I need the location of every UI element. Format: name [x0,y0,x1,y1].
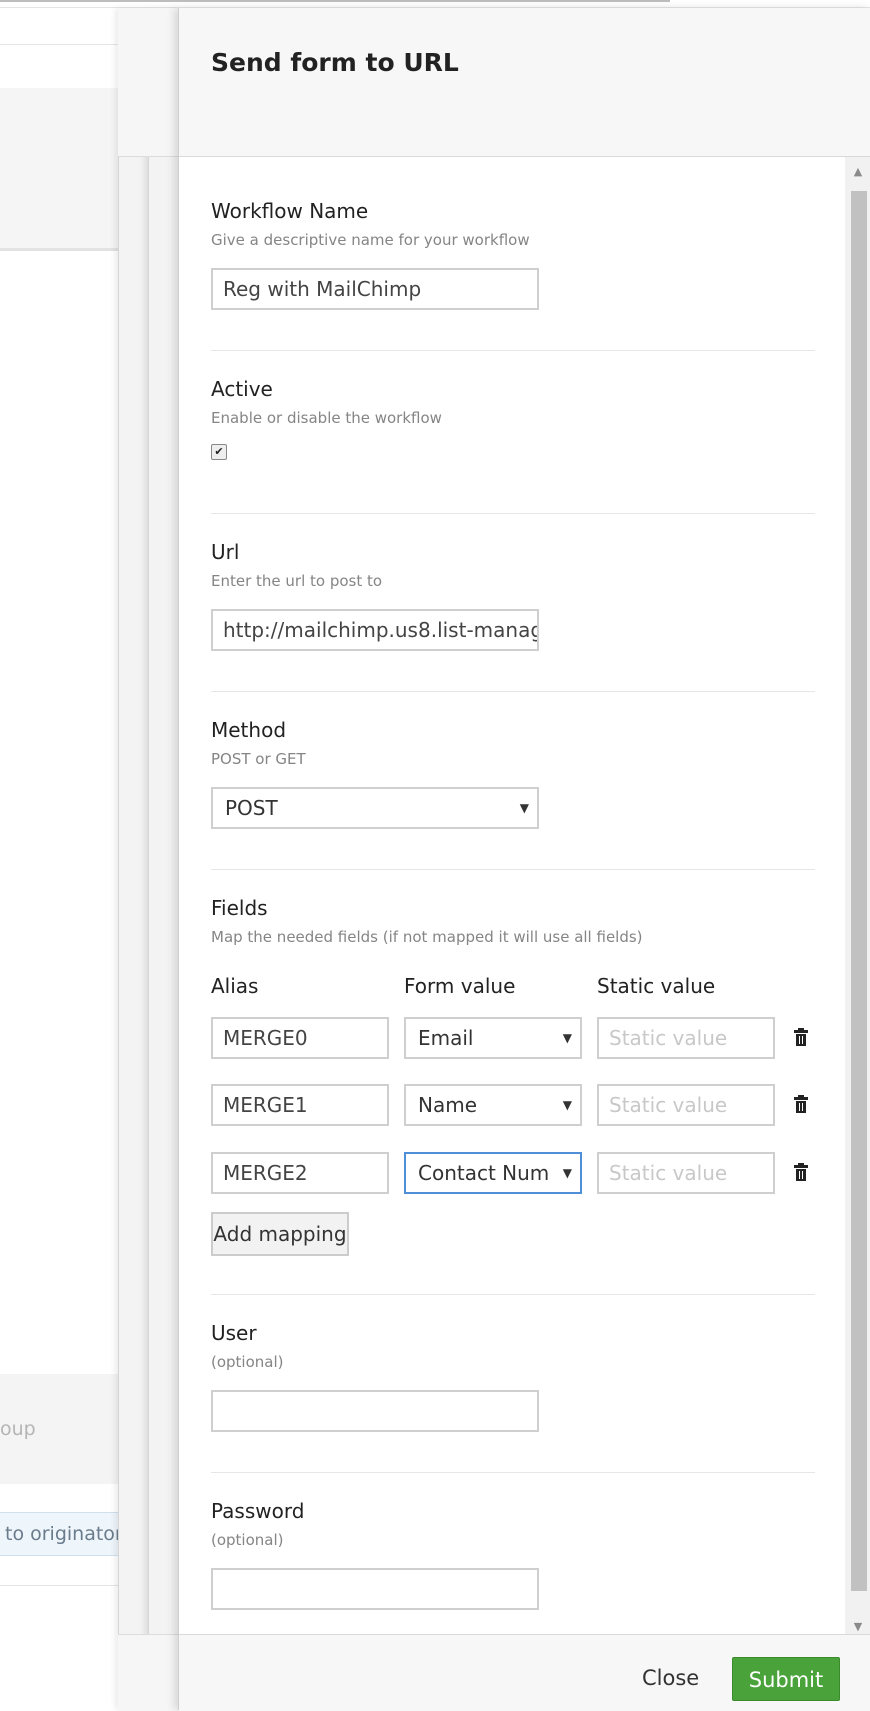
panel-scrollbar[interactable]: ▲ ▼ [845,157,870,1642]
background-panel [0,88,120,251]
background-originator-label: to originator [5,1523,120,1545]
mapping-alias-input[interactable]: MERGE1 [211,1084,389,1126]
active-description: Enable or disable the workflow [211,409,442,427]
trash-icon[interactable] [794,1028,808,1047]
workflow-name-label: Workflow Name [211,199,369,223]
url-description: Enter the url to post to [211,572,383,590]
url-input[interactable]: http://mailchimp.us8.list-manag [211,609,539,651]
trash-icon[interactable] [794,1095,808,1114]
method-label: Method [211,718,287,742]
method-section: Method POST or GET [211,718,815,768]
user-description: (optional) [211,1353,284,1371]
send-form-to-url-panel: Send form to URL Workflow Name Give a de… [178,8,870,1711]
section-divider [211,691,815,692]
close-button[interactable]: Close [634,1657,707,1699]
background-row [0,44,120,90]
active-section: Active Enable or disable the workflow [211,377,815,427]
workflow-name-section: Workflow Name Give a descriptive name fo… [211,199,815,249]
section-divider [211,513,815,514]
method-description: POST or GET [211,750,306,768]
method-select-value: POST [225,796,278,820]
active-label: Active [211,377,273,401]
password-input[interactable] [211,1568,539,1610]
url-label: Url [211,540,240,564]
section-divider [211,1472,815,1473]
mapping-form-value-select[interactable]: Email ▼ [404,1017,582,1059]
panel-footer: Close Submit [179,1634,870,1711]
password-section: Password (optional) [211,1499,815,1549]
background-divider-bottom [0,1585,120,1586]
background-originator-chip[interactable]: to originator [0,1512,120,1556]
chevron-down-icon: ▼ [562,1098,572,1112]
background-group-label: oup [0,1418,36,1440]
user-section: User (optional) [211,1321,815,1371]
workflow-name-input[interactable]: Reg with MailChimp [211,268,539,310]
alias-column-header: Alias [211,974,259,998]
user-label: User [211,1321,257,1345]
stacked-panel-header-edge [118,8,178,157]
mapping-static-value-input[interactable]: Static value [597,1084,775,1126]
chevron-down-icon: ▼ [562,1031,572,1045]
add-mapping-button[interactable]: Add mapping [211,1212,349,1256]
chevron-down-icon: ▼ [562,1166,572,1180]
scroll-down-arrow-icon[interactable]: ▼ [845,1620,870,1634]
section-divider [211,350,815,351]
workflow-name-description: Give a descriptive name for your workflo… [211,231,530,249]
background-top-line [0,0,670,2]
form-value-column-header: Form value [404,974,516,998]
mapping-static-value-input[interactable]: Static value [597,1017,775,1059]
static-value-column-header: Static value [597,974,716,998]
fields-label: Fields [211,896,268,920]
mapping-form-value: Email [418,1026,474,1050]
fields-description: Map the needed fields (if not mapped it … [211,928,643,946]
chevron-down-icon: ▼ [519,801,529,815]
fields-section: Fields Map the needed fields (if not map… [211,896,815,946]
user-input[interactable] [211,1390,539,1432]
mapping-alias-input[interactable]: MERGE0 [211,1017,389,1059]
method-select[interactable]: POST ▼ [211,787,539,829]
mapping-form-value-select[interactable]: Name ▼ [404,1084,582,1126]
mapping-form-value-select[interactable]: Contact Num ▼ [404,1152,582,1194]
password-description: (optional) [211,1531,284,1549]
scrollbar-thumb[interactable] [851,191,867,1591]
trash-icon[interactable] [794,1163,808,1182]
active-checkbox[interactable]: ✔ [211,444,227,460]
panel-header: Send form to URL [179,8,870,157]
stacked-panel-edge [118,8,149,1710]
password-label: Password [211,1499,305,1523]
submit-button[interactable]: Submit [732,1657,840,1701]
panel-title: Send form to URL [211,48,459,77]
section-divider [211,869,815,870]
mapping-static-value-input[interactable]: Static value [597,1152,775,1194]
panel-body: Workflow Name Give a descriptive name fo… [179,157,845,1642]
scroll-up-arrow-icon[interactable]: ▲ [845,165,870,179]
mapping-form-value: Name [418,1093,478,1117]
stacked-panel-edge [148,8,179,1710]
mapping-alias-input[interactable]: MERGE2 [211,1152,389,1194]
mapping-form-value: Contact Num [418,1161,550,1185]
section-divider [211,1294,815,1295]
url-section: Url Enter the url to post to [211,540,815,590]
stacked-panel-footer-edge [118,1634,178,1711]
